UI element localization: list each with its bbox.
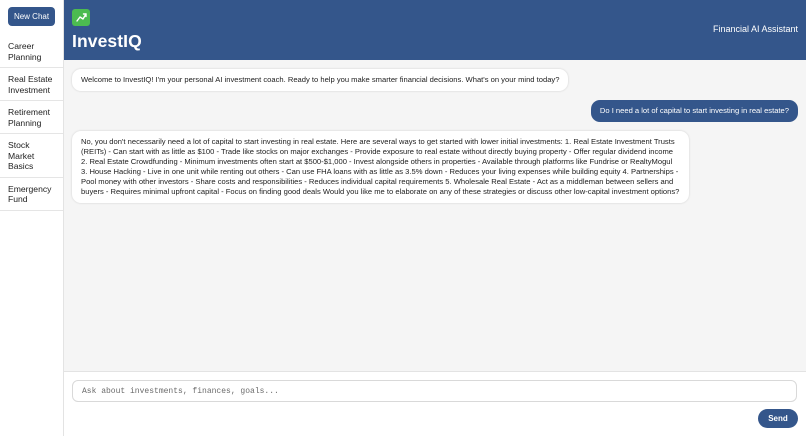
sidebar-item-emergency-fund[interactable]: Emergency Fund xyxy=(0,178,63,211)
message-input[interactable] xyxy=(72,380,797,402)
app-header: InvestIQ Financial AI Assistant xyxy=(64,0,806,60)
chart-growth-icon xyxy=(72,9,90,26)
message-composer: Send xyxy=(64,371,806,436)
topic-nav: Career Planning Real Estate Investment R… xyxy=(0,35,63,211)
app-title: InvestIQ xyxy=(72,31,142,51)
assistant-message: No, you don't necessarily need a lot of … xyxy=(72,131,689,203)
sidebar-item-stock-market-basics[interactable]: Stock Market Basics xyxy=(0,134,63,178)
chat-area: Welcome to InvestIQ! I'm your personal A… xyxy=(64,60,806,371)
user-message: Do I need a lot of capital to start inve… xyxy=(590,100,798,122)
sidebar-item-retirement-planning[interactable]: Retirement Planning xyxy=(0,101,63,134)
sidebar-item-real-estate-investment[interactable]: Real Estate Investment xyxy=(0,68,63,101)
app-subtitle: Financial AI Assistant xyxy=(712,24,798,34)
new-chat-button[interactable]: New Chat xyxy=(8,7,55,26)
assistant-message: Welcome to InvestIQ! I'm your personal A… xyxy=(72,69,569,91)
sidebar: New Chat Career Planning Real Estate Inv… xyxy=(0,0,64,436)
sidebar-item-career-planning[interactable]: Career Planning xyxy=(0,35,63,68)
send-button[interactable]: Send xyxy=(758,409,798,428)
